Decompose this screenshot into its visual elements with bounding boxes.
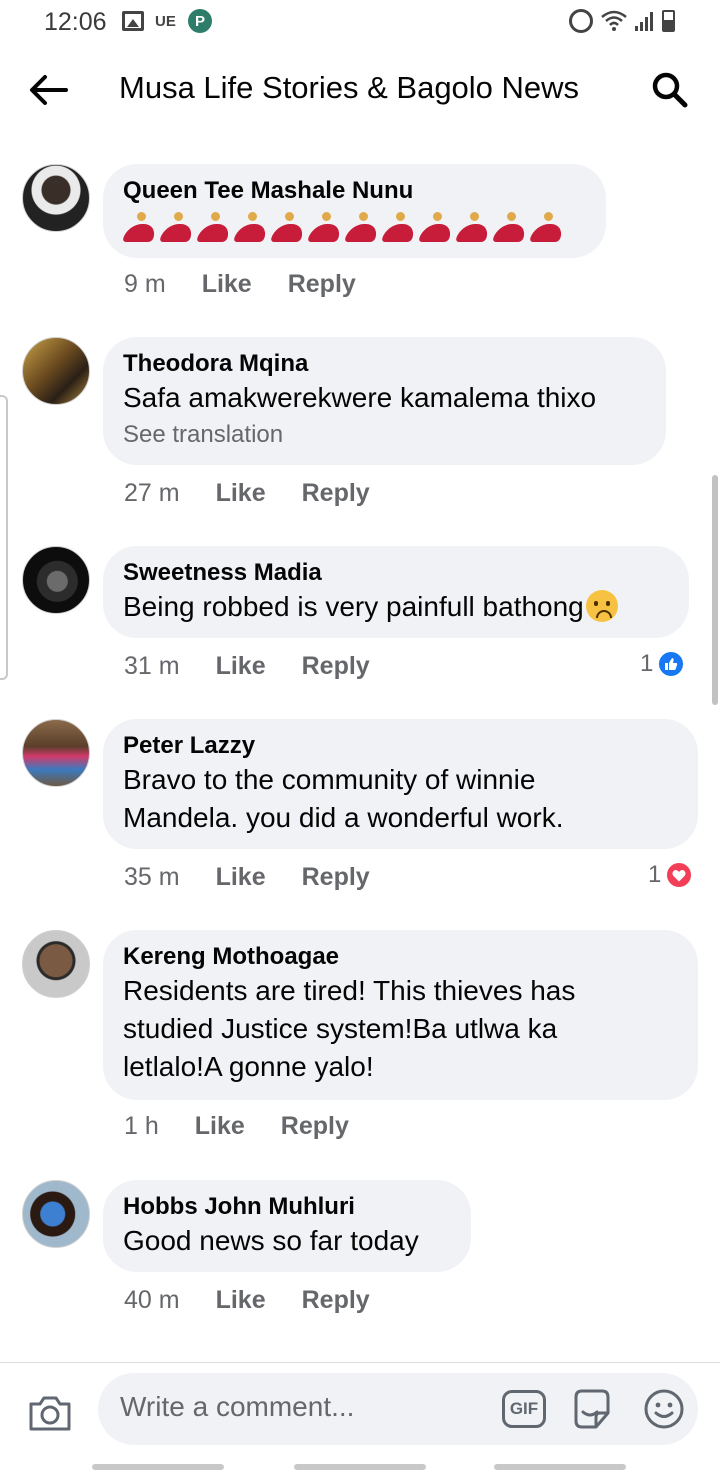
like-button[interactable]: Like (195, 1112, 245, 1141)
status-bar: 12:06 UE P (0, 0, 720, 44)
dancer-emoji-icon (197, 210, 231, 244)
gallery-icon (122, 11, 144, 31)
camera-button[interactable] (26, 1389, 74, 1437)
comment-bubble: Sweetness Madia Being robbed is very pai… (103, 546, 689, 638)
arrow-left-icon (30, 75, 68, 105)
comment-author[interactable]: Queen Tee Mashale Nunu (123, 176, 586, 206)
comment-text-line: Being robbed is very painfull bathong (123, 588, 669, 626)
sad-tear-emoji-icon (585, 590, 618, 622)
status-time: 12:06 (44, 8, 107, 36)
comment-time[interactable]: 31 m (124, 652, 180, 681)
dancer-emoji-icon (308, 210, 342, 244)
reaction-summary[interactable]: 1 (648, 861, 694, 889)
reply-button[interactable]: Reply (302, 1286, 370, 1315)
comment-text: Residents are tired! This thieves has st… (123, 975, 576, 1082)
search-button[interactable] (646, 66, 694, 114)
comment-author[interactable]: Sweetness Madia (123, 558, 669, 588)
ue-icon: UE (155, 12, 176, 30)
alarm-icon (569, 9, 593, 33)
reaction-count: 1 (648, 861, 662, 888)
search-icon (652, 72, 688, 108)
comment-input-pill[interactable]: GIF (98, 1373, 698, 1445)
reply-button[interactable]: Reply (302, 652, 370, 681)
comment-meta: 9 m Like Reply (124, 270, 356, 299)
comment-bubble: Hobbs John Muhluri Good news so far toda… (103, 1180, 471, 1272)
reply-button[interactable]: Reply (288, 270, 356, 299)
comment-text: Being robbed is very painfull bathong (123, 591, 584, 622)
comment-author[interactable]: Kereng Mothoagae (123, 942, 678, 972)
scroll-edge-indicator (0, 395, 8, 680)
wifi-icon (600, 10, 628, 32)
comment-time[interactable]: 27 m (124, 479, 180, 508)
comment-meta: 27 m Like Reply (124, 479, 370, 508)
reaction-summary[interactable]: 1 (640, 650, 686, 678)
sticker-icon (574, 1389, 610, 1429)
dancer-emoji-icon (493, 210, 527, 244)
see-translation-link[interactable]: See translation (123, 419, 646, 451)
avatar[interactable] (22, 546, 90, 614)
signal-icon (632, 11, 656, 31)
comment-input[interactable] (120, 1391, 480, 1423)
dancer-emoji-icon (123, 210, 157, 244)
smiley-icon (644, 1389, 684, 1429)
comment-meta: 40 m Like Reply (124, 1286, 370, 1315)
comment-time[interactable]: 1 h (124, 1112, 159, 1141)
reaction-count: 1 (640, 650, 654, 677)
emoji-row (123, 210, 586, 244)
comment-time[interactable]: 40 m (124, 1286, 180, 1315)
comment-bubble: Kereng Mothoagae Residents are tired! Th… (103, 930, 698, 1100)
scrollbar[interactable] (712, 475, 718, 705)
dancer-emoji-icon (530, 210, 564, 244)
like-button[interactable]: Like (216, 479, 266, 508)
comment-time[interactable]: 35 m (124, 863, 180, 892)
thumbs-up-icon (657, 650, 686, 678)
like-button[interactable]: Like (202, 270, 252, 299)
back-button[interactable] (24, 66, 72, 114)
comment-composer: GIF (0, 1362, 720, 1480)
comment-text: Bravo to the community of winnie Mandela… (123, 764, 564, 833)
dancer-emoji-icon (456, 210, 490, 244)
heart-icon (665, 861, 694, 889)
comment-meta: 1 h Like Reply (124, 1112, 349, 1141)
comment-author[interactable]: Theodora Mqina (123, 349, 646, 379)
avatar[interactable] (22, 719, 90, 787)
comment-bubble: Queen Tee Mashale Nunu (103, 164, 606, 258)
avatar[interactable] (22, 164, 90, 232)
comment-author[interactable]: Peter Lazzy (123, 731, 678, 761)
avatar[interactable] (22, 337, 90, 405)
gif-button[interactable]: GIF (502, 1390, 546, 1428)
camera-icon (29, 1396, 71, 1431)
battery-icon (662, 10, 675, 32)
comment-time[interactable]: 9 m (124, 270, 166, 299)
like-button[interactable]: Like (216, 863, 266, 892)
avatar[interactable] (22, 930, 90, 998)
like-button[interactable]: Like (216, 1286, 266, 1315)
dancer-emoji-icon (160, 210, 194, 244)
dancer-emoji-icon (419, 210, 453, 244)
page-title: Musa Life Stories & Bagolo News (119, 70, 580, 105)
dancer-emoji-icon (234, 210, 268, 244)
reply-button[interactable]: Reply (302, 479, 370, 508)
dancer-emoji-icon (345, 210, 379, 244)
reply-button[interactable]: Reply (302, 863, 370, 892)
comment-author[interactable]: Hobbs John Muhluri (123, 1192, 451, 1222)
comment-text: Good news so far today (123, 1225, 419, 1256)
avatar[interactable] (22, 1180, 90, 1248)
dancer-emoji-icon (382, 210, 416, 244)
comment-meta: 31 m Like Reply (124, 652, 370, 681)
comment-bubble: Theodora Mqina Safa amakwerekwere kamale… (103, 337, 666, 465)
sticker-button[interactable] (568, 1385, 616, 1433)
p-app-icon: P (188, 9, 212, 33)
like-button[interactable]: Like (216, 652, 266, 681)
reply-button[interactable]: Reply (281, 1112, 349, 1141)
comment-text: Safa amakwerekwere kamalema thixo (123, 382, 597, 413)
comment-bubble: Peter Lazzy Bravo to the community of wi… (103, 719, 698, 849)
emoji-button[interactable] (640, 1385, 688, 1433)
comment-meta: 35 m Like Reply (124, 863, 370, 892)
dancer-emoji-icon (271, 210, 305, 244)
nav-gesture-bar (0, 1464, 720, 1472)
app-header: Musa Life Stories & Bagolo News (0, 52, 720, 126)
